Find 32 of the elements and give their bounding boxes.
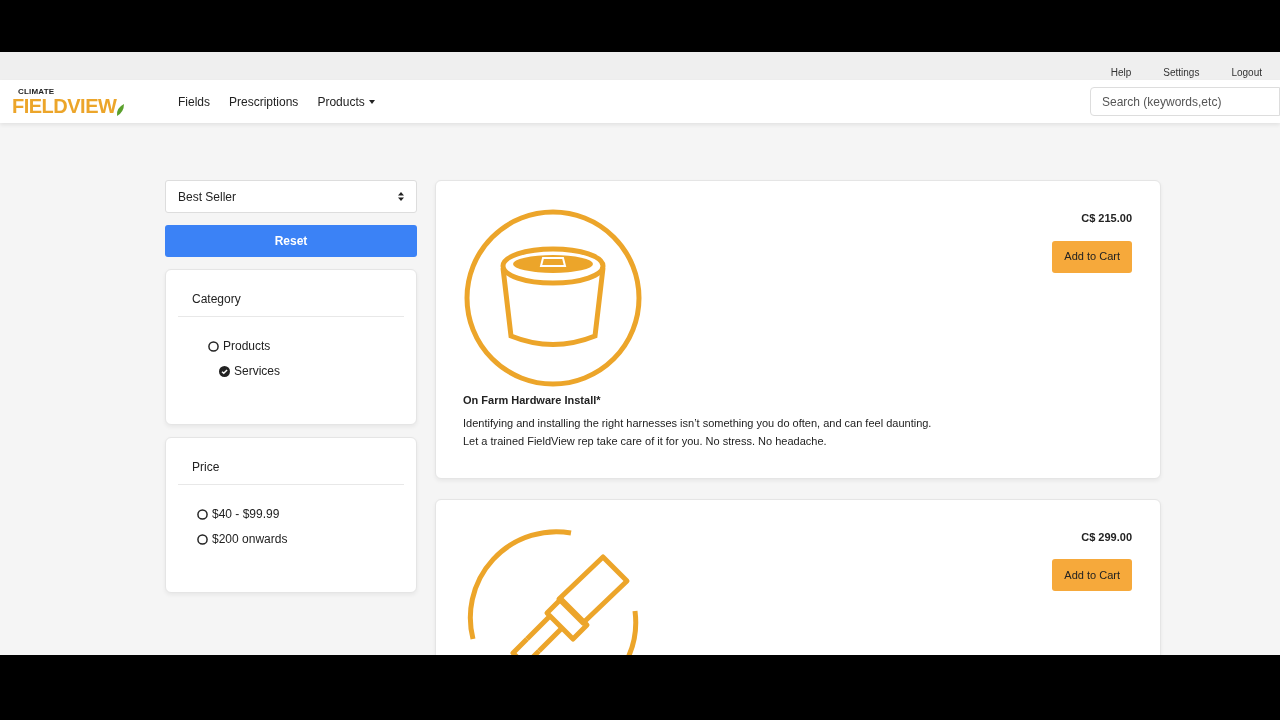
product-description: Let a trained FieldView rep take care of it for you. No stress. No headache. [463,433,828,449]
sort-arrows-icon [398,192,404,201]
product-price: C$ 299.00 [1081,529,1132,545]
filter-option[interactable]: Services [234,362,280,380]
sort-select[interactable]: Best Seller [165,180,417,213]
bucket-icon [463,208,643,388]
filter-option[interactable]: $200 onwards [212,530,288,548]
radio-circle-icon[interactable] [197,533,208,545]
filter-title: Price [178,458,404,485]
logo-subtitle: CLIMATE [17,87,56,96]
filter-option[interactable]: Products [223,337,271,355]
nav-link[interactable]: Fields [178,92,210,111]
nav-link[interactable]: Prescriptions [229,92,299,111]
top-link[interactable]: Settings [1163,67,1200,79]
leaf-icon [116,104,125,116]
add-to-cart-button[interactable]: Add to Cart [1052,240,1132,273]
product-description: Identifying and installing the right harnesses isn’t something you do often, and can feel daunting. [463,415,932,431]
filter-title: Category [178,290,404,317]
logo-wordmark: FIELDVIEW [12,96,117,116]
product-title: On Farm Hardware Install* [463,393,602,408]
caret-icon [368,99,375,104]
radio-circle-icon[interactable] [208,340,219,352]
nav-link[interactable]: Products [317,92,375,111]
top-link[interactable]: Help [1110,67,1132,79]
reset-button[interactable]: Reset [165,225,417,257]
product-price: C$ 215.00 [1081,211,1132,226]
top-link[interactable]: Logout [1231,67,1262,79]
filter-option[interactable]: $40 - $99.99 [212,505,280,523]
add-to-cart-button[interactable]: Add to Cart [1052,559,1132,591]
check-circle-icon[interactable] [219,365,230,377]
radio-circle-icon[interactable] [197,508,208,520]
search-field[interactable]: Search (keywords,etc) [1090,87,1280,116]
